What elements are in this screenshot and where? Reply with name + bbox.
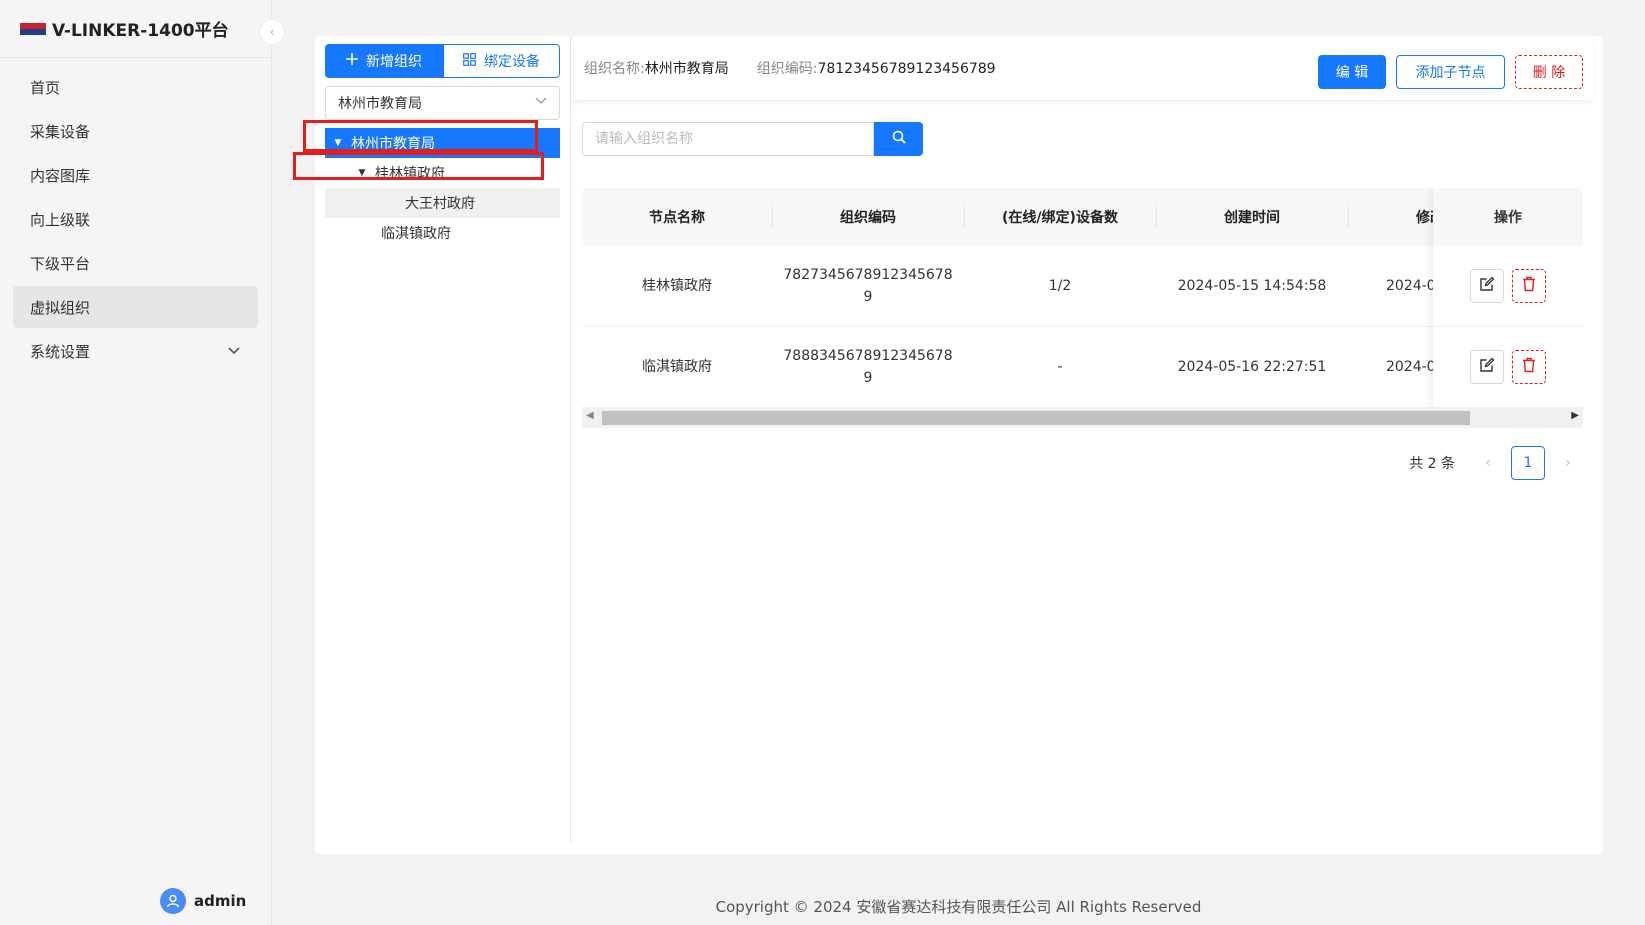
cell-node-name: 桂林镇政府 — [642, 278, 712, 294]
main-panel: 新增组织 绑定设备 林州市教育局 ▼ 林州市教育局 ▼ 桂林镇政府 大王村政府 … — [293, 36, 1603, 854]
tree-node-guilin[interactable]: ▼ 桂林镇政府 — [325, 158, 560, 188]
prev-page-icon[interactable]: ‹ — [1473, 455, 1503, 471]
row-edit-button[interactable] — [1470, 269, 1504, 303]
cell-org-code-line2: 9 — [863, 370, 873, 386]
header-device-count: (在线/绑定)设备数 — [1002, 210, 1118, 226]
scrollbar-thumb[interactable] — [602, 411, 1470, 425]
brand-header: V-LINKER-1400平台 — [0, 0, 271, 58]
org-name-info: 组织名称:林州市教育局 — [584, 58, 729, 78]
cell-device-count: - — [1057, 359, 1063, 375]
sidebar-item-label: 下级平台 — [30, 254, 91, 273]
pagination: 共 2 条 ‹ 1 › — [1409, 446, 1583, 480]
page-button[interactable]: 1 — [1511, 446, 1545, 480]
tree-node-label: 桂林镇政府 — [375, 166, 445, 182]
sidebar-item-label: 采集设备 — [30, 122, 91, 141]
caret-down-icon[interactable]: ▼ — [355, 168, 369, 178]
org-tree-column: 新增组织 绑定设备 林州市教育局 ▼ 林州市教育局 ▼ 桂林镇政府 大王村政府 … — [325, 44, 560, 248]
header-node-name: 节点名称 — [649, 210, 705, 226]
next-page-icon[interactable]: › — [1553, 455, 1583, 471]
search-button[interactable] — [874, 122, 923, 156]
sidebar-item-settings[interactable]: 系统设置 — [13, 330, 258, 372]
org-select[interactable]: 林州市教育局 — [325, 86, 560, 120]
search-icon — [892, 130, 906, 148]
sidebar-item-label: 内容图库 — [30, 166, 91, 185]
bind-device-button[interactable]: 绑定设备 — [443, 44, 560, 78]
org-info-bar: 组织名称:林州市教育局 组织编码:78123456789123456789 编 … — [572, 36, 1593, 100]
trash-icon — [1522, 276, 1536, 296]
sidebar-item-label: 系统设置 — [30, 342, 91, 361]
org-tree: ▼ 林州市教育局 ▼ 桂林镇政府 大王村政府 临淇镇政府 — [325, 128, 560, 248]
header-created-time: 创建时间 — [1224, 210, 1280, 226]
sidebar-item-subplatform[interactable]: 下级平台 — [13, 242, 258, 284]
sidebar: V-LINKER-1400平台 ‹ 首页 采集设备 内容图库 向上级联 下级平台… — [0, 0, 285, 925]
tree-node-label: 临淇镇政府 — [381, 226, 451, 242]
scroll-right-icon[interactable]: ▶ — [1571, 410, 1579, 421]
sidebar-item-label: 向上级联 — [30, 210, 91, 229]
collapse-sidebar-icon[interactable]: ‹ — [259, 19, 285, 45]
cell-org-code-line2: 9 — [863, 289, 873, 305]
sidebar-item-home[interactable]: 首页 — [13, 66, 258, 108]
org-name-label: 组织名称: — [584, 61, 645, 77]
org-name-value: 林州市教育局 — [644, 61, 729, 77]
sidebar-item-gallery[interactable]: 内容图库 — [13, 154, 258, 196]
org-code-info: 组织编码:78123456789123456789 — [757, 58, 996, 78]
cell-created-time: 2024-05-16 22:27:51 — [1177, 359, 1327, 375]
tree-toolbar: 新增组织 绑定设备 — [325, 44, 560, 78]
org-table: 节点名称 组织编码 (在线/绑定)设备数 创建时间 修改 桂林镇政府 78273… — [582, 188, 1583, 428]
cell-org-code-line1: 7888345678912345678 — [783, 348, 953, 364]
sidebar-item-label: 首页 — [30, 78, 61, 97]
search-bar — [582, 122, 923, 156]
plus-icon — [346, 53, 358, 69]
sidebar-menu: 首页 采集设备 内容图库 向上级联 下级平台 虚拟组织 系统设置 — [0, 66, 271, 372]
cell-org-code: 7827345678912345678 9 — [772, 246, 964, 326]
org-select-value: 林州市教育局 — [338, 96, 422, 112]
operations-column: 操作 — [1433, 188, 1583, 408]
column-divider — [570, 36, 571, 844]
add-org-button[interactable]: 新增组织 — [325, 44, 443, 78]
cell-device-count: 1/2 — [1048, 278, 1072, 294]
add-org-label: 新增组织 — [366, 54, 422, 70]
grid-icon — [463, 52, 476, 70]
edit-icon — [1479, 276, 1495, 296]
chevron-down-icon — [535, 94, 547, 109]
delete-button[interactable]: 删 除 — [1515, 55, 1583, 89]
edit-icon — [1479, 357, 1495, 377]
company-logo-icon — [20, 22, 46, 35]
header-org-code: 组织编码 — [840, 210, 896, 226]
trash-icon — [1522, 357, 1536, 377]
tree-node-label: 林州市教育局 — [351, 136, 435, 152]
org-code-label: 组织编码: — [756, 61, 818, 77]
tree-node-root[interactable]: ▼ 林州市教育局 — [325, 128, 560, 158]
app-title: V-LINKER-1400平台 — [52, 21, 229, 41]
sidebar-item-virtual-org[interactable]: 虚拟组织 — [13, 286, 258, 328]
search-input[interactable] — [582, 122, 874, 156]
tree-node-label: 大王村政府 — [405, 196, 475, 212]
sidebar-item-label: 虚拟组织 — [30, 298, 91, 317]
row-edit-button[interactable] — [1470, 350, 1504, 384]
pagination-total: 共 2 条 — [1409, 456, 1455, 472]
cell-org-code: 7888345678912345678 9 — [772, 327, 964, 407]
row-actions — [1433, 246, 1583, 327]
row-delete-button[interactable] — [1512, 350, 1546, 384]
edit-button[interactable]: 编 辑 — [1318, 55, 1386, 89]
cell-org-code-line1: 7827345678912345678 — [783, 267, 953, 283]
cell-node-name: 临淇镇政府 — [642, 359, 712, 375]
org-code-value: 78123456789123456789 — [817, 61, 996, 77]
header-operations: 操作 — [1433, 188, 1583, 246]
footer-copyright: Copyright © 2024 安徽省赛达科技有限责任公司 All Right… — [715, 898, 1202, 916]
sidebar-item-upstream[interactable]: 向上级联 — [13, 198, 258, 240]
tree-node-dawang[interactable]: 大王村政府 — [325, 188, 560, 218]
scroll-left-icon[interactable]: ◀ — [586, 410, 594, 421]
cell-created-time: 2024-05-15 14:54:58 — [1177, 278, 1327, 294]
horizontal-scrollbar[interactable]: ◀ ▶ — [582, 408, 1583, 428]
tree-node-linqi[interactable]: 临淇镇政府 — [325, 218, 560, 248]
caret-down-icon[interactable]: ▼ — [331, 138, 345, 148]
chevron-down-icon — [228, 344, 240, 358]
add-child-node-button[interactable]: 添加子节点 — [1396, 55, 1505, 89]
org-actions: 编 辑 添加子节点 删 除 — [1308, 55, 1583, 89]
bind-device-label: 绑定设备 — [484, 54, 540, 70]
sidebar-item-devices[interactable]: 采集设备 — [13, 110, 258, 152]
row-actions — [1433, 327, 1583, 408]
row-delete-button[interactable] — [1512, 269, 1546, 303]
